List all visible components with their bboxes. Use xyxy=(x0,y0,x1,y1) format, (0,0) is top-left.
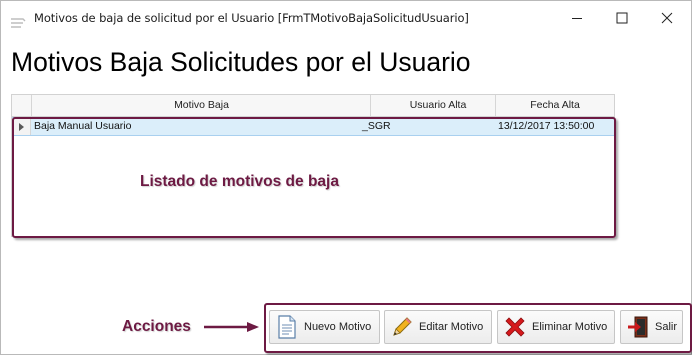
document-icon xyxy=(274,314,300,340)
window-title: Motivos de baja de solicitud por el Usua… xyxy=(34,11,469,25)
grid-header: Motivo Baja Usuario Alta Fecha Alta xyxy=(12,95,614,117)
app-icon xyxy=(10,13,26,28)
close-button[interactable] xyxy=(644,5,690,31)
title-bar[interactable]: Motivos de baja de solicitud por el Usua… xyxy=(1,1,691,35)
eliminar-motivo-button[interactable]: Eliminar Motivo xyxy=(497,310,615,344)
maximize-icon xyxy=(616,12,628,24)
salir-label: Salir xyxy=(655,321,678,333)
red-x-icon xyxy=(502,314,528,340)
column-header-usuario-alta[interactable]: Usuario Alta xyxy=(370,95,505,116)
minimize-button[interactable] xyxy=(554,5,600,31)
nuevo-motivo-button[interactable]: Nuevo Motivo xyxy=(269,310,380,344)
column-header-fecha-alta[interactable]: Fecha Alta xyxy=(495,95,614,116)
nuevo-motivo-label: Nuevo Motivo xyxy=(304,321,372,333)
row-indicator-header xyxy=(12,95,30,116)
actions-annotation-label: Acciones xyxy=(122,318,191,335)
salir-button[interactable]: Salir xyxy=(620,310,683,344)
page-title: Motivos Baja Solicitudes por el Usuario xyxy=(11,47,471,77)
eliminar-motivo-label: Eliminar Motivo xyxy=(532,321,608,333)
editar-motivo-button[interactable]: Editar Motivo xyxy=(384,310,492,344)
close-icon xyxy=(661,12,673,24)
exit-door-icon xyxy=(625,314,651,340)
minimize-icon xyxy=(572,18,582,19)
window: Motivos de baja de solicitud por el Usua… xyxy=(0,0,692,355)
maximize-button[interactable] xyxy=(599,5,645,31)
pencil-icon xyxy=(389,314,415,340)
editar-motivo-label: Editar Motivo xyxy=(419,321,484,333)
arrow-right-icon xyxy=(204,322,259,332)
column-header-motivo-baja[interactable]: Motivo Baja xyxy=(31,95,371,116)
list-annotation-label: Listado de motivos de baja xyxy=(140,173,339,190)
